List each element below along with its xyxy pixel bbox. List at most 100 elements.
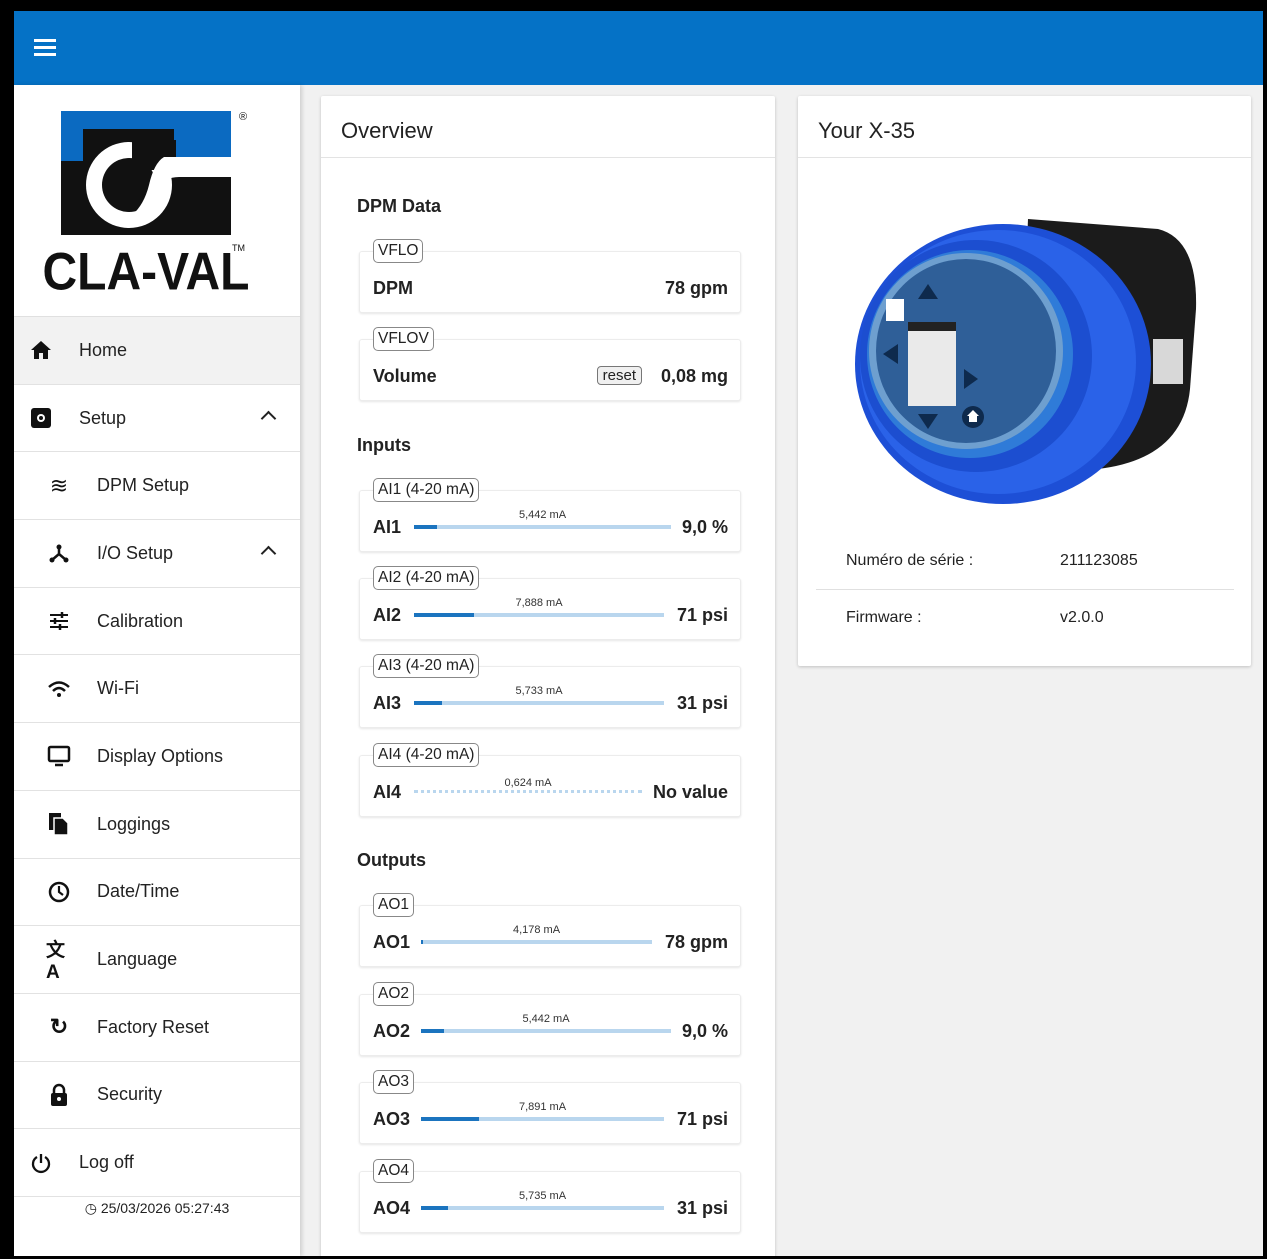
tag: AI3 (4-20 mA): [373, 654, 480, 678]
item-name: Volume: [373, 366, 437, 386]
nav-label: DPM Setup: [97, 475, 190, 496]
item-value: 78 gpm: [664, 278, 728, 298]
bar-fill: [421, 940, 424, 944]
svg-text:TM: TM: [232, 243, 245, 253]
nav-item-dpm-setup[interactable]: ≋ DPM Setup: [14, 452, 300, 521]
logo-graphic: ® CLA-VAL TM: [43, 111, 250, 301]
reset-button[interactable]: reset: [596, 366, 642, 385]
nav-item-home[interactable]: Home: [14, 317, 300, 385]
firmware-label: Firmware :: [846, 609, 922, 626]
overview-title: Overview: [321, 96, 775, 158]
serial-label: Numéro de série :: [846, 552, 974, 569]
waves-icon: ≋: [49, 472, 69, 498]
item-value: 0,08 mg: [660, 366, 728, 386]
ma-label: 5,735 mA: [518, 1190, 567, 1202]
refresh-icon: ↻: [49, 1014, 69, 1040]
device-image: [855, 219, 1197, 504]
tag: VFLOV: [373, 327, 434, 351]
nav-item-io-setup[interactable]: I/O Setup: [14, 520, 300, 588]
logo-text: CLA-VAL: [43, 241, 250, 301]
item-value: 9,0 %: [681, 517, 728, 537]
level-bar: 0,624 mA: [414, 777, 642, 793]
nav-item-calibration[interactable]: Calibration: [14, 588, 300, 656]
output-item: AO1 AO1 4,178 mA 78 gpm: [359, 893, 741, 967]
nav-item-log-off[interactable]: Log off: [14, 1129, 300, 1197]
item-name: DPM: [373, 278, 413, 298]
files-icon: [46, 811, 72, 837]
cla-val-logo: ® CLA-VAL TM: [14, 85, 300, 317]
nav-item-loggings[interactable]: Loggings: [14, 791, 300, 859]
lock-icon: [46, 1082, 72, 1108]
level-bar: 7,888 mA: [414, 597, 664, 617]
nav-label: Log off: [79, 1152, 134, 1173]
nav-item-language[interactable]: 文A Language: [14, 926, 300, 994]
nav-item-setup[interactable]: Setup: [14, 385, 300, 453]
ma-label: 0,624 mA: [504, 777, 552, 789]
dpm-heading: DPM Data: [357, 196, 442, 216]
monitor-icon: [46, 743, 72, 769]
chevron-up-icon[interactable]: [260, 410, 277, 426]
output-item: AO4 AO4 5,735 mA 31 psi: [359, 1159, 741, 1233]
item-name: AI1: [373, 517, 402, 537]
serial-row: Numéro de série : 211123085: [816, 534, 1234, 590]
nav-label: Security: [97, 1084, 163, 1105]
nav-label: Home: [79, 339, 128, 360]
item-value: 71 psi: [676, 1109, 728, 1129]
item-name: AO1: [373, 932, 411, 952]
serial-value: 211123085: [1060, 552, 1138, 569]
nav-label: Wi-Fi: [97, 678, 139, 699]
device-title: Your X-35: [798, 96, 1251, 158]
tag: AI2 (4-20 mA): [373, 566, 480, 590]
nav-menu: Home Setup ≋ DPM Setup I/O Setup Calibra…: [14, 317, 300, 1197]
nav-item-date-time[interactable]: Date/Time: [14, 859, 300, 927]
dpm-flow-item: VFLO DPM 78 gpm: [359, 239, 741, 313]
firmware-value: v2.0.0: [1060, 609, 1104, 626]
inputs-heading: Inputs: [357, 435, 411, 455]
ma-label: 7,891 mA: [518, 1101, 567, 1113]
ma-label: 5,442 mA: [518, 509, 567, 521]
nav-label: Setup: [79, 407, 127, 428]
chevron-up-icon[interactable]: [260, 545, 277, 562]
bar-fill: [414, 613, 474, 617]
wifi-icon: [46, 676, 72, 702]
nav-item-wifi[interactable]: Wi-Fi: [14, 655, 300, 724]
sliders-icon: [46, 608, 72, 634]
level-bar: 5,442 mA: [414, 509, 671, 529]
outputs-heading: Outputs: [357, 850, 426, 870]
bar-fill: [414, 701, 442, 705]
nav-label: Display Options: [97, 745, 224, 766]
ma-label: 7,888 mA: [515, 597, 563, 609]
item-name: AO2: [373, 1021, 411, 1041]
bar-fill: [421, 1206, 448, 1210]
sidebar: ® CLA-VAL TM Home Setup ≋ DPM Setup I/O …: [14, 85, 300, 1256]
setup-icon: [28, 405, 54, 431]
translate-icon: 文A: [46, 940, 66, 984]
input-item: AI4 (4-20 mA) AI4 0,624 mA No value: [359, 743, 741, 817]
nav-label: Language: [97, 949, 178, 970]
level-bar: 7,891 mA: [421, 1101, 664, 1121]
tag: AI1 (4-20 mA): [373, 478, 480, 502]
menu-icon[interactable]: [34, 39, 58, 59]
item-value: 31 psi: [676, 1198, 728, 1218]
svg-text:®: ®: [239, 111, 247, 123]
item-name: AI3: [373, 693, 402, 713]
nav-item-security[interactable]: Security: [14, 1062, 300, 1130]
datetime-display: ◷ 25/03/2026 05:27:43: [14, 1200, 300, 1217]
tag: AO1: [373, 893, 415, 917]
nav-label: I/O Setup: [97, 542, 174, 563]
item-value: 78 gpm: [664, 932, 728, 952]
bar-fill: [421, 1029, 444, 1033]
tag: AI4 (4-20 mA): [373, 743, 480, 767]
input-item: AI1 (4-20 mA) AI1 5,442 mA 9,0 %: [359, 478, 741, 552]
nav-label: Loggings: [97, 813, 171, 834]
nav-item-display-options[interactable]: Display Options: [14, 723, 300, 791]
nav-item-factory-reset[interactable]: ↻ Factory Reset: [14, 994, 300, 1062]
item-value: 31 psi: [676, 693, 728, 713]
level-bar: 5,733 mA: [414, 685, 664, 705]
nav-label: Date/Time: [97, 881, 180, 902]
item-name: AO4: [373, 1198, 411, 1218]
item-name: AI4: [373, 782, 402, 802]
item-value: 71 psi: [676, 605, 728, 625]
ma-label: 5,442 mA: [522, 1013, 570, 1025]
firmware-row: Firmware : v2.0.0: [816, 591, 1234, 647]
